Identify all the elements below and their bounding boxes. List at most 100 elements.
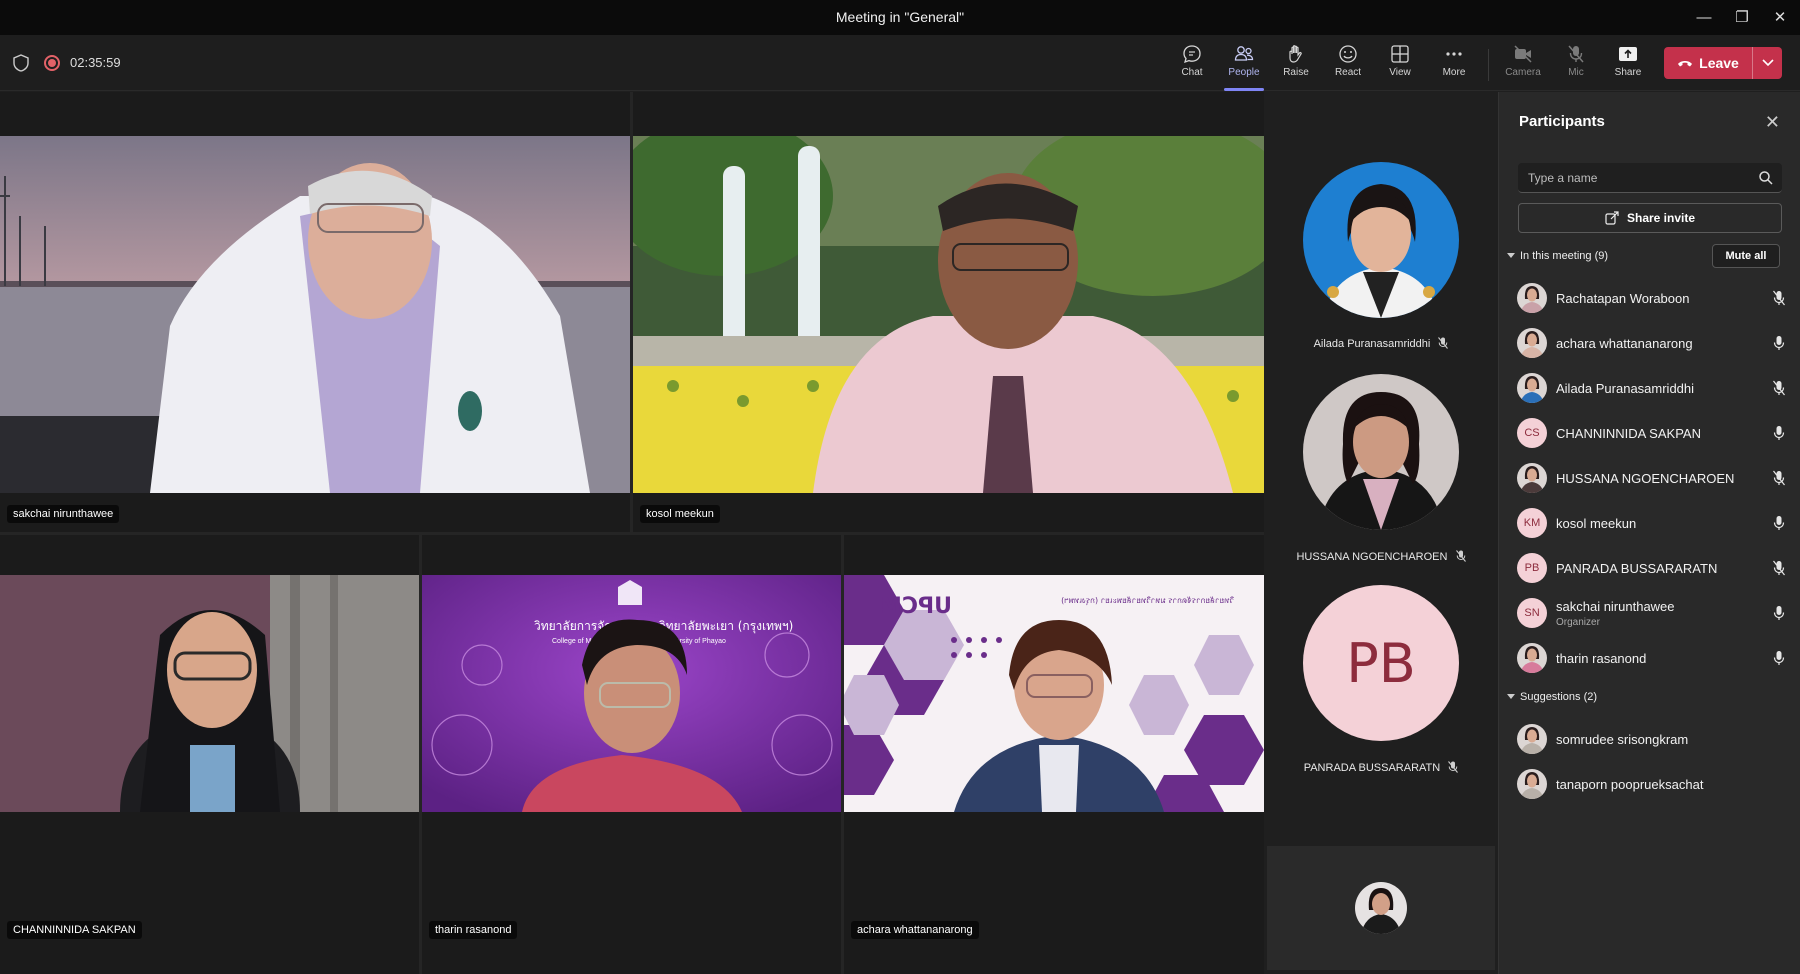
video-tile[interactable]: UPCM วิทยาลัยการจัดการ มหาวิทยาลัยพะเยา …: [844, 535, 1264, 974]
raise-label: Raise: [1283, 67, 1309, 78]
close-window-button[interactable]: ✕: [1760, 4, 1800, 30]
self-avatar: [1355, 882, 1407, 934]
video-feed: UPCM วิทยาลัยการจัดการ มหาวิทยาลัยพะเยา …: [844, 575, 1264, 812]
restore-button[interactable]: ❐: [1722, 4, 1762, 30]
mic-icon[interactable]: [1773, 335, 1785, 351]
leave-main[interactable]: Leave: [1664, 55, 1752, 71]
participant-row[interactable]: Ailada Puranasamriddhi: [1499, 368, 1800, 408]
avatar-photo: [1355, 882, 1407, 934]
avatar-initials: SN: [1524, 607, 1540, 619]
restore-icon: ❐: [1735, 9, 1749, 26]
avatar-initials: PB: [1524, 562, 1540, 574]
mic-muted-icon[interactable]: [1773, 380, 1785, 396]
view-button[interactable]: View: [1375, 43, 1425, 87]
people-button[interactable]: People: [1219, 43, 1269, 91]
video-tile[interactable]: kosol meekun: [633, 92, 1264, 532]
garden-fountain-background: [633, 136, 1264, 493]
participant-strip: Ailada Puranasamriddhi HUSSANA NGOENCHAR…: [1264, 92, 1498, 974]
participant-name-tag: sakchai nirunthawee: [7, 505, 120, 523]
avatar: [1517, 328, 1547, 358]
video-tile[interactable]: sakchai nirunthawee: [0, 92, 630, 532]
more-label: More: [1442, 67, 1466, 78]
leave-label: Leave: [1699, 55, 1739, 71]
in-meeting-section-header[interactable]: In this meeting (9): [1507, 250, 1608, 262]
avatar[interactable]: [1303, 162, 1459, 318]
react-button[interactable]: React: [1323, 43, 1373, 87]
mic-off-icon: [1568, 45, 1584, 63]
camera-button[interactable]: Camera: [1498, 43, 1548, 87]
participant-name: HUSSANA NGOENCHAROEN: [1556, 470, 1735, 486]
mic-muted-icon[interactable]: [1773, 470, 1785, 486]
mic-icon[interactable]: [1773, 425, 1785, 441]
avatar: PB: [1517, 553, 1547, 583]
mic-muted-icon[interactable]: [1773, 560, 1785, 576]
avatar[interactable]: PB: [1303, 585, 1459, 741]
upcm-logo-text: UPCM: [880, 594, 952, 619]
strip-name-text: HUSSANA NGOENCHAROEN: [1296, 551, 1448, 563]
more-icon: [1446, 52, 1462, 56]
in-meeting-label: In this meeting (9): [1520, 250, 1609, 262]
avatar-photo: [1517, 373, 1547, 403]
title-bar: Meeting in "General" — ❐ ✕: [0, 0, 1800, 35]
avatar: [1517, 769, 1547, 799]
phone-hangup-icon: [1678, 61, 1693, 67]
participant-row[interactable]: Rachatapan Woraboon: [1499, 278, 1800, 318]
suggestion-row[interactable]: somrudee srisongkram: [1499, 719, 1800, 759]
suggestions-section-header[interactable]: Suggestions (2): [1507, 691, 1597, 703]
more-button[interactable]: More: [1429, 43, 1479, 87]
close-icon: ✕: [1773, 9, 1787, 26]
people-label: People: [1228, 67, 1260, 78]
participant-name-tag: kosol meekun: [640, 505, 720, 523]
participant-row[interactable]: CS CHANNINNIDA SAKPAN: [1499, 413, 1800, 453]
participant-name: CHANNINNIDA SAKPAN: [1556, 425, 1701, 441]
leave-options-button[interactable]: [1752, 47, 1782, 79]
avatar[interactable]: [1303, 374, 1459, 530]
raise-hand-button[interactable]: Raise: [1271, 43, 1321, 87]
video-feed: [0, 136, 630, 493]
participant-name: kosol meekun: [1556, 515, 1637, 531]
react-icon: [1339, 45, 1357, 63]
avatar: [1517, 373, 1547, 403]
avatar-initials: PB: [1346, 631, 1416, 695]
lakeside-sunset-background: [0, 136, 630, 493]
participant-role: Organizer: [1556, 617, 1600, 628]
video-tile[interactable]: CHANNINNIDA SAKPAN: [0, 535, 419, 974]
chat-button[interactable]: Chat: [1167, 43, 1217, 87]
mic-icon[interactable]: [1773, 605, 1785, 621]
chevron-down-icon: [1507, 694, 1515, 699]
participant-row[interactable]: tharin rasanond: [1499, 638, 1800, 678]
search-input[interactable]: [1518, 163, 1748, 193]
suggestion-row[interactable]: tanaporn pooprueksachat: [1499, 764, 1800, 804]
participant-row[interactable]: SN sakchai nirunthawee Organizer: [1499, 593, 1800, 633]
leave-button[interactable]: Leave: [1664, 47, 1782, 79]
mic-icon[interactable]: [1773, 650, 1785, 666]
view-icon: [1391, 45, 1409, 63]
participant-row[interactable]: KM kosol meekun: [1499, 503, 1800, 543]
participant-row[interactable]: PB PANRADA BUSSARARATN: [1499, 548, 1800, 588]
participant-row[interactable]: achara whattananarong: [1499, 323, 1800, 363]
participant-row[interactable]: HUSSANA NGOENCHAROEN: [1499, 458, 1800, 498]
self-view-tile[interactable]: [1267, 846, 1495, 970]
search-field[interactable]: [1518, 163, 1782, 193]
shield-icon[interactable]: [13, 54, 29, 72]
close-panel-button[interactable]: ✕: [1765, 112, 1780, 133]
mic-muted-icon: [1448, 761, 1459, 773]
minimize-button[interactable]: —: [1684, 4, 1724, 30]
share-invite-button[interactable]: Share invite: [1518, 203, 1782, 233]
mic-button[interactable]: Mic: [1551, 43, 1601, 87]
panel-title: Participants: [1519, 113, 1605, 130]
university-hexagon-background: UPCM วิทยาลัยการจัดการ มหาวิทยาลัยพะเยา …: [844, 575, 1264, 812]
mic-muted-icon[interactable]: [1773, 290, 1785, 306]
video-feed: [633, 136, 1264, 493]
share-button[interactable]: Share: [1603, 43, 1653, 87]
toolbar-divider: [1488, 49, 1489, 81]
svg-text:วิทยาลัยการจัดการ มหาวิทยาลัยพ: วิทยาลัยการจัดการ มหาวิทยาลัยพะเยา (กรุง…: [1061, 596, 1234, 605]
university-purple-background: วิทยาลัยการจัดการ มหาวิทยาลัยพะเยา (กรุง…: [422, 575, 841, 812]
participant-name: PANRADA BUSSARARATN: [1556, 560, 1718, 576]
mute-all-button[interactable]: Mute all: [1712, 244, 1780, 268]
video-tile[interactable]: วิทยาลัยการจัดการ มหาวิทยาลัยพะเยา (กรุง…: [422, 535, 841, 974]
meeting-timer: 02:35:59: [70, 55, 121, 70]
share-invite-icon: [1605, 211, 1619, 225]
mic-icon[interactable]: [1773, 515, 1785, 531]
strip-name: PANRADA BUSSARARATN: [1264, 761, 1498, 774]
